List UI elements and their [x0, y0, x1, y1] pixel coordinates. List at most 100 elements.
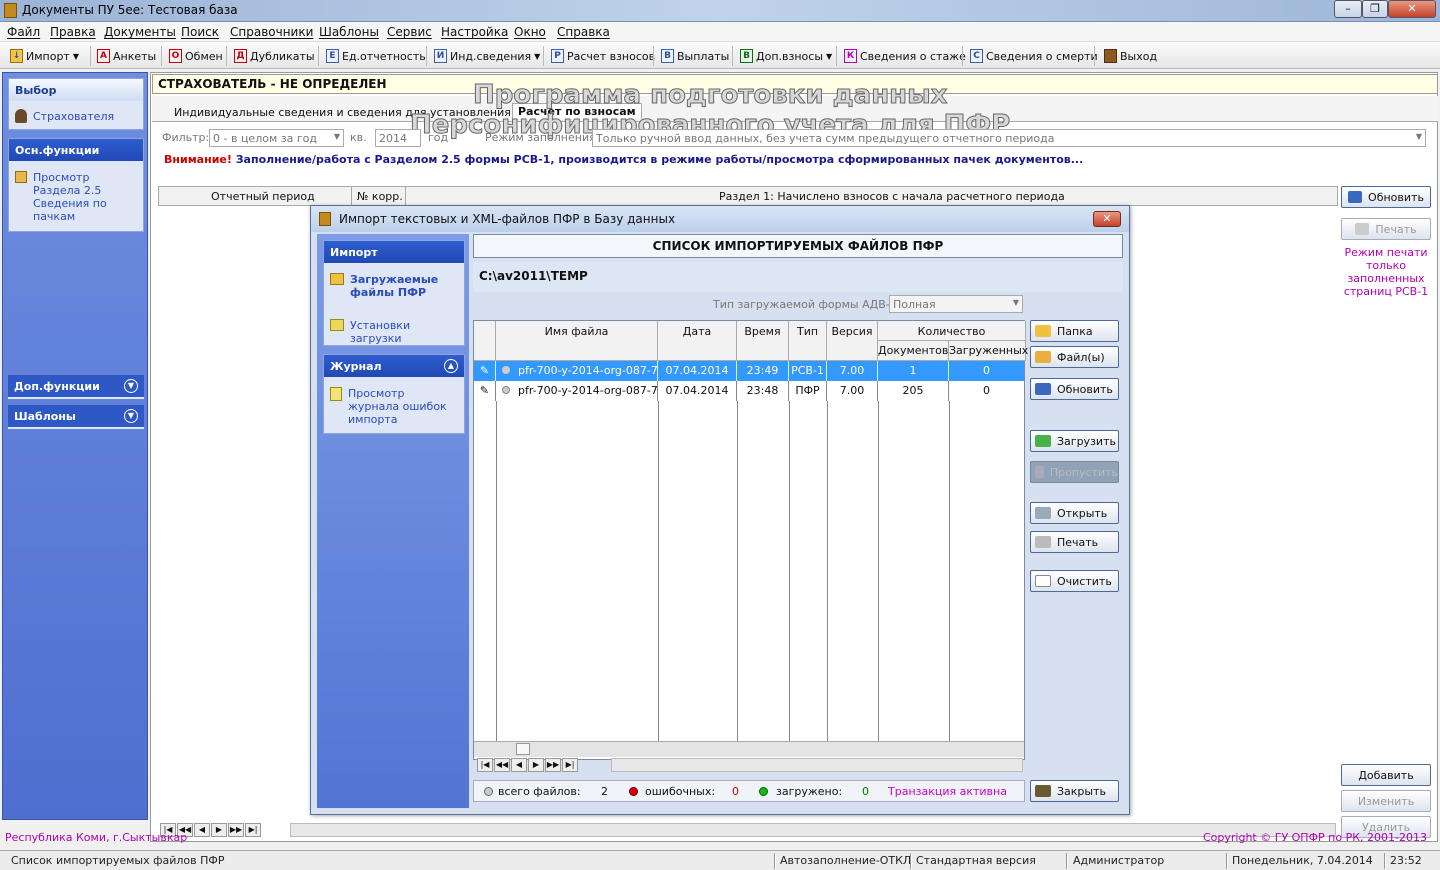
files-hscrollbar[interactable]	[474, 741, 1024, 757]
main-add-button[interactable]: Добавить	[1341, 764, 1431, 786]
dop-vznosy-icon: В	[740, 49, 753, 63]
dialog-item-files[interactable]: Загружаемые файлы ПФР	[330, 273, 450, 299]
files-button[interactable]: Файл(ы)	[1030, 346, 1119, 368]
table-row[interactable]: ✎ pfr-700-y-2014-org-087-711- 07.04.2014…	[474, 381, 1024, 401]
main-edit-button[interactable]: Изменить	[1341, 790, 1431, 812]
menu-settings[interactable]: Настройка	[441, 25, 508, 39]
toolbar-dublikaty[interactable]: Д Дубликаты	[234, 46, 315, 66]
files-icon	[1035, 351, 1051, 363]
menu-search[interactable]: Поиск	[181, 25, 219, 39]
dialog-close-icon[interactable]: ✕	[1093, 211, 1121, 227]
nav-first-icon[interactable]: |◀	[477, 758, 493, 772]
grid-line	[658, 401, 659, 741]
nav-next-page-icon[interactable]: ▶▶	[228, 823, 244, 837]
sidebar-dop-box[interactable]: Доп.функции ▼	[8, 375, 144, 399]
open-button[interactable]: Открыть	[1030, 502, 1119, 524]
menu-edit[interactable]: Правка	[50, 25, 96, 39]
main-print-button[interactable]: Печать	[1341, 218, 1431, 240]
nav-last-icon[interactable]: ▶|	[562, 758, 578, 772]
dialog-print-button[interactable]: Печать	[1030, 531, 1119, 553]
menu-help[interactable]: Справка	[557, 25, 610, 39]
window-titlebar: Документы ПУ 5ее: Тестовая база – ❐ ✕	[0, 0, 1440, 22]
dialog-left-panel: Импорт Загружаемые файлы ПФР Установки з…	[317, 234, 469, 808]
toolbar-exit[interactable]: Выход	[1104, 46, 1157, 66]
status-date: Понедельник, 7.04.2014	[1232, 854, 1373, 867]
dialog-refresh-label: Обновить	[1057, 382, 1113, 396]
menu-templates[interactable]: Шаблоны	[319, 25, 379, 39]
toolbar-ed-otch[interactable]: Е Ед.отчетность	[326, 46, 426, 66]
toolbar-dop-vznosy[interactable]: В Доп.взносы ▼	[740, 46, 832, 66]
toolbar-smert[interactable]: С Сведения о смерти	[970, 46, 1098, 66]
form-type-label: Тип загружаемой формы АДВ-11:	[713, 298, 908, 311]
toolbar-ankety[interactable]: А Анкеты	[97, 46, 156, 66]
exit-icon	[1104, 49, 1117, 63]
menu-references[interactable]: Справочники	[230, 25, 313, 39]
nav-prev-icon[interactable]: ◀	[511, 758, 527, 772]
nav-next-icon[interactable]: ▶	[211, 823, 227, 837]
col-qty: Количество	[878, 321, 1026, 341]
load-button[interactable]: Загрузить	[1030, 430, 1119, 452]
year-stepper[interactable]: 2014	[375, 129, 421, 147]
dialog-item-settings[interactable]: Установки загрузки	[330, 319, 464, 345]
toolbar-stazh[interactable]: К Сведения о стаже	[844, 46, 966, 66]
nav-prev-icon[interactable]: ◀	[194, 823, 210, 837]
mode-select[interactable]: Только ручной ввод данных, без учета сум…	[592, 129, 1426, 147]
refresh-icon	[1035, 383, 1051, 395]
toolbar-ind-sv[interactable]: И Инд.сведения ▼	[434, 46, 540, 66]
menu-service[interactable]: Сервис	[387, 25, 432, 39]
nav-next-icon[interactable]: ▶	[528, 758, 544, 772]
sidebar-item-strahovatelya[interactable]: Страхователя	[15, 109, 114, 123]
row-name-cell: pfr-700-y-2014-org-087-711-	[496, 381, 658, 401]
dialog-close-button[interactable]: Закрыть	[1030, 780, 1119, 802]
row-time: 23:49	[737, 361, 789, 381]
toolbar-ankety-label: Анкеты	[113, 49, 157, 63]
open-button-label: Открыть	[1057, 506, 1108, 520]
stazh-icon: К	[844, 49, 857, 63]
loaded-value: 0	[862, 785, 869, 798]
toolbar-vyplaty[interactable]: В Выплаты	[661, 46, 729, 66]
folder-button[interactable]: Папка	[1030, 320, 1119, 342]
sidebar-item-label: Просмотр Раздела 2.5 Сведения по пачкам	[33, 171, 107, 223]
menu-documents[interactable]: Документы	[104, 25, 176, 39]
nav-prev-page-icon[interactable]: ◀◀	[494, 758, 510, 772]
sidebar-shablony-box[interactable]: Шаблоны ▼	[8, 405, 144, 429]
error-dot-icon	[629, 787, 638, 796]
main-hscrollbar[interactable]	[290, 823, 1336, 837]
open-icon	[1035, 507, 1051, 519]
filter-select[interactable]: 0 - в целом за год ▼	[209, 129, 344, 147]
dialog-app-icon	[319, 212, 331, 226]
table-row[interactable]: ✎ pfr-700-y-2014-org-087-711- 07.04.2014…	[474, 361, 1024, 381]
toolbar-dublikaty-label: Дубликаты	[250, 49, 315, 63]
dialog-refresh-button[interactable]: Обновить	[1030, 378, 1119, 400]
menu-window[interactable]: Окно	[514, 25, 546, 39]
menu-file[interactable]: Файл	[7, 25, 40, 39]
sidebar-vybor-box: Выбор Страхователя	[8, 78, 144, 130]
close-window-button[interactable]: ✕	[1388, 0, 1436, 18]
chevron-up-icon[interactable]: ▲	[444, 359, 458, 373]
toolbar-obmen[interactable]: О Обмен	[169, 46, 223, 66]
files-nav-scrollbar[interactable]	[611, 758, 1023, 772]
toolbar-separator	[653, 46, 654, 66]
skip-button[interactable]: Пропустить	[1030, 461, 1119, 483]
form-type-select[interactable]: Полная ▼	[889, 295, 1023, 313]
main-refresh-button[interactable]: Обновить	[1341, 186, 1431, 208]
skip-button-label: Пропустить	[1049, 465, 1118, 479]
dialog-item-journal[interactable]: Просмотр журнала ошибок импорта	[330, 387, 453, 426]
ankety-icon: А	[97, 49, 110, 63]
scroll-thumb[interactable]	[516, 743, 530, 755]
maximize-button[interactable]: ❐	[1362, 0, 1388, 18]
toolbar-import[interactable]: ↓ Импорт ▼	[10, 46, 79, 66]
nav-last-icon[interactable]: ▶|	[245, 823, 261, 837]
clear-button[interactable]: Очистить	[1030, 570, 1119, 592]
toolbar: ↓ Импорт ▼ А Анкеты О Обмен Д Дубликаты Е Ед.о…	[0, 42, 1440, 69]
toolbar-raschet[interactable]: Р Расчет взносов	[551, 46, 655, 66]
row-version: 7.00	[827, 381, 878, 401]
grid-line	[949, 401, 950, 741]
skip-icon	[1035, 466, 1044, 478]
nav-next-page-icon[interactable]: ▶▶	[545, 758, 561, 772]
err-value: 0	[732, 785, 739, 798]
year-value: 2014	[379, 132, 407, 145]
sidebar-item-prosmotr[interactable]: Просмотр Раздела 2.5 Сведения по пачкам	[15, 171, 133, 223]
sidebar-osn-box: Осн.функции Просмотр Раздела 2.5 Сведени…	[8, 138, 144, 232]
minimize-button[interactable]: –	[1334, 0, 1362, 18]
